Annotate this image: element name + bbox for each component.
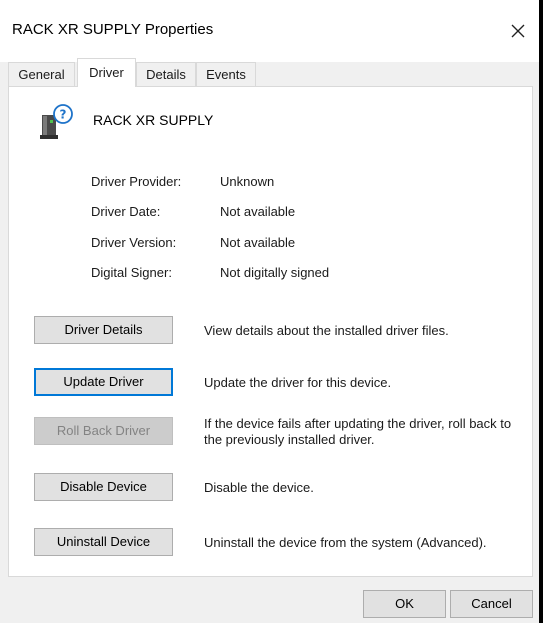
uninstall-device-description: Uninstall the device from the system (Ad…: [204, 535, 487, 550]
title-bar: RACK XR SUPPLY Properties: [0, 0, 539, 62]
close-button[interactable]: [503, 16, 533, 46]
update-driver-description: Update the driver for this device.: [204, 375, 392, 390]
svg-text:?: ?: [60, 108, 67, 122]
cancel-button[interactable]: Cancel: [450, 590, 533, 618]
disable-device-button[interactable]: Disable Device: [34, 473, 173, 501]
tab-general[interactable]: General: [8, 62, 75, 86]
unknown-device-icon: ?: [36, 103, 76, 141]
properties-dialog: RACK XR SUPPLY Properties General Driver…: [0, 0, 539, 623]
digital-signer-label: Digital Signer:: [91, 265, 172, 280]
driver-date-label: Driver Date:: [91, 204, 161, 219]
driver-version-value: Not available: [220, 235, 296, 250]
tab-events[interactable]: Events: [196, 62, 256, 86]
close-icon: [511, 24, 525, 38]
driver-version-label: Driver Version:: [91, 235, 177, 250]
driver-date-value: Not available: [220, 204, 296, 219]
digital-signer-value: Not digitally signed: [220, 265, 330, 280]
driver-provider-label: Driver Provider:: [91, 174, 182, 189]
update-driver-button[interactable]: Update Driver: [34, 368, 173, 396]
driver-tab-panel: ? RACK XR SUPPLY Driver Provider: Unknow…: [8, 86, 533, 577]
device-name: RACK XR SUPPLY: [93, 112, 214, 128]
disable-device-description: Disable the device.: [204, 480, 314, 495]
window-title: RACK XR SUPPLY Properties: [12, 21, 214, 38]
ok-button[interactable]: OK: [363, 590, 446, 618]
driver-details-button[interactable]: Driver Details: [34, 316, 173, 344]
driver-provider-value: Unknown: [220, 174, 275, 189]
roll-back-driver-button[interactable]: Roll Back Driver: [34, 417, 173, 445]
tab-details[interactable]: Details: [136, 62, 196, 86]
roll-back-driver-description: If the device fails after updating the d…: [204, 416, 512, 447]
uninstall-device-button[interactable]: Uninstall Device: [34, 528, 173, 556]
tab-driver[interactable]: Driver: [77, 58, 136, 87]
driver-details-description: View details about the installed driver …: [204, 323, 449, 338]
